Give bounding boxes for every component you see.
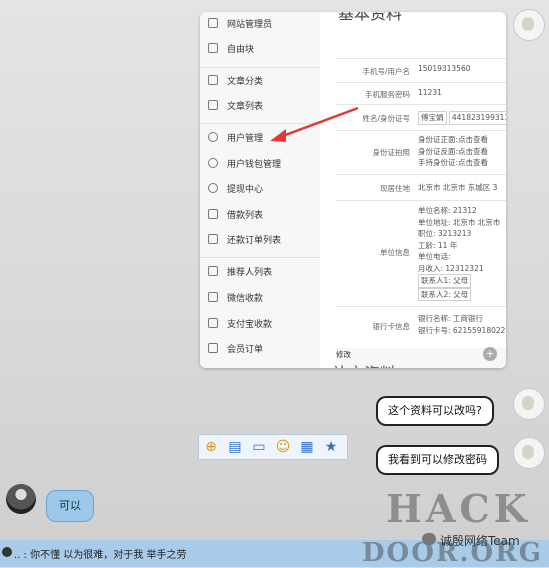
avatar[interactable] bbox=[513, 388, 545, 420]
arrow-head bbox=[270, 129, 286, 142]
avatar[interactable] bbox=[6, 484, 36, 514]
picture-icon[interactable]: ▦ bbox=[297, 437, 317, 457]
avatar[interactable] bbox=[513, 9, 545, 41]
team-watermark: 诚殷网络Team bbox=[440, 534, 520, 548]
arrow-shaft bbox=[279, 106, 359, 139]
message-preview-text: .. : 你不懂 以为很难，对于我 举手之劳 bbox=[14, 550, 187, 561]
star-icon[interactable]: ★ bbox=[321, 437, 341, 457]
avatar bbox=[2, 547, 12, 557]
watermark: HACK bbox=[386, 486, 531, 531]
wechat-icon bbox=[422, 533, 436, 545]
monitor-icon[interactable]: ▭ bbox=[249, 437, 269, 457]
image-toolbar: ⊕ ▤ ▭ ☺ ▦ ★ bbox=[198, 434, 348, 460]
message-bubble-right: 我看到可以修改密码 bbox=[376, 445, 499, 475]
save-icon[interactable]: ▤ bbox=[225, 437, 245, 457]
message-bubble-left: 可以 bbox=[46, 490, 94, 522]
emoji-icon[interactable]: ☺ bbox=[273, 437, 293, 457]
red-arrow-annotation bbox=[270, 106, 359, 142]
zoom-icon[interactable]: ⊕ bbox=[201, 437, 221, 457]
avatar[interactable] bbox=[513, 437, 545, 469]
message-bubble-right: 这个资料可以改吗? bbox=[376, 396, 494, 426]
shared-screenshot[interactable]: 网站管理员 自由块 文章分类 文章列表 用户管理 用户钱包管理 提现中心 借款列… bbox=[200, 12, 506, 368]
